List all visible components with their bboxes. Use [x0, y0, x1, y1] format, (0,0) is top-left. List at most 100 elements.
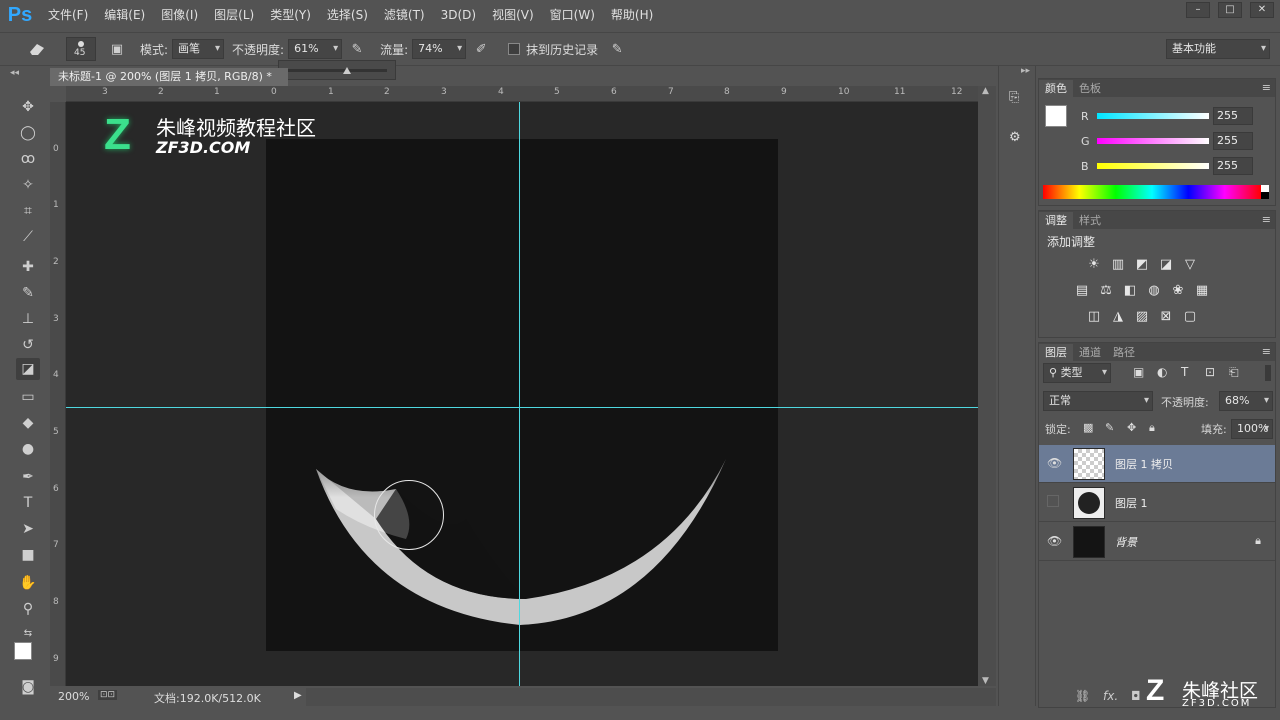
layer-name[interactable]: 背景: [1115, 534, 1137, 550]
menu-view[interactable]: 视图(V): [484, 0, 542, 30]
quick-mask-icon[interactable]: ◙: [16, 676, 40, 698]
layer-name[interactable]: 图层 1: [1115, 495, 1148, 511]
layer-row[interactable]: 图层 1: [1039, 484, 1275, 522]
filter-pixel-icon[interactable]: ▣: [1133, 365, 1144, 379]
pressure-size-icon[interactable]: ✎: [606, 38, 628, 60]
color-balance-icon[interactable]: ⚖: [1097, 283, 1115, 299]
layer-opacity-input[interactable]: 68%: [1219, 391, 1273, 411]
slider-b-track[interactable]: [1097, 163, 1209, 169]
tab-channels[interactable]: 通道: [1073, 344, 1107, 361]
fg-color-swatch[interactable]: [1045, 105, 1067, 127]
curves-icon[interactable]: ◩: [1133, 257, 1151, 273]
menu-image[interactable]: 图像(I): [153, 0, 206, 30]
menu-filter[interactable]: 滤镜(T): [376, 0, 433, 30]
shape-tool-icon[interactable]: ■: [16, 544, 40, 566]
layer-row[interactable]: 👁︎ 背景 🔒︎: [1039, 523, 1275, 561]
hue-saturation-icon[interactable]: ▤: [1073, 283, 1091, 299]
fx-icon[interactable]: fx.: [1103, 689, 1118, 703]
menu-type[interactable]: 类型(Y): [262, 0, 319, 30]
eyedropper-tool-icon[interactable]: ⟋: [16, 226, 40, 248]
eye-icon[interactable]: 👁︎: [1047, 534, 1062, 548]
document-canvas[interactable]: [266, 139, 778, 651]
healing-brush-tool-icon[interactable]: ✚: [16, 256, 40, 278]
opacity-slider-popup[interactable]: [278, 60, 396, 80]
slider-r-track[interactable]: [1097, 113, 1209, 119]
eye-icon[interactable]: 👁︎: [1047, 456, 1062, 470]
guide-horizontal[interactable]: [66, 407, 978, 408]
crop-tool-icon[interactable]: ⌗: [16, 200, 40, 222]
mode-select[interactable]: 画笔: [172, 39, 225, 59]
panel-collapse-icon[interactable]: ◂◂: [10, 68, 19, 78]
menu-file[interactable]: 文件(F): [40, 0, 96, 30]
status-menu-icon[interactable]: ▶: [294, 690, 302, 701]
tab-styles[interactable]: 样式: [1073, 212, 1107, 229]
threshold-icon[interactable]: ▨: [1133, 309, 1151, 325]
layer-name[interactable]: 图层 1 拷贝: [1115, 456, 1173, 472]
vibrance-icon[interactable]: ▽: [1181, 257, 1199, 273]
blur-tool-icon[interactable]: ◆: [16, 412, 40, 434]
panel-expand-icon[interactable]: ▸▸: [1021, 66, 1030, 76]
spectrum-bw[interactable]: [1261, 185, 1269, 199]
filter-shape-icon[interactable]: ⊡: [1205, 365, 1215, 379]
maximize-button[interactable]: □: [1218, 2, 1242, 18]
erase-history-checkbox[interactable]: [508, 43, 521, 55]
selective-color-icon[interactable]: ▢: [1181, 309, 1199, 325]
menu-layer[interactable]: 图层(L): [206, 0, 262, 30]
document-tab[interactable]: 未标题-1 @ 200% (图层 1 拷贝, RGB/8) *: [50, 68, 288, 86]
layer-filter-select[interactable]: ⚲ 类型: [1043, 363, 1111, 383]
eraser-tool-icon[interactable]: [26, 38, 48, 60]
foreground-color-swatch[interactable]: [14, 642, 32, 660]
workspace-select[interactable]: 基本功能: [1166, 39, 1270, 59]
eraser-tool-icon[interactable]: ◪: [16, 358, 40, 380]
lock-position-icon[interactable]: ✥: [1127, 421, 1136, 434]
mask-icon[interactable]: ◘: [1131, 689, 1141, 703]
slider-g-value[interactable]: 255: [1213, 132, 1253, 150]
type-tool-icon[interactable]: T: [16, 492, 40, 514]
invert-icon[interactable]: ◫: [1085, 309, 1103, 325]
horizontal-scrollbar[interactable]: [306, 688, 996, 706]
exposure-icon[interactable]: ◪: [1157, 257, 1175, 273]
lasso-tool-icon[interactable]: ꝏ: [16, 148, 40, 170]
menu-edit[interactable]: 编辑(E): [96, 0, 153, 30]
slider-r-value[interactable]: 255: [1213, 107, 1253, 125]
tab-swatches[interactable]: 色板: [1073, 80, 1107, 97]
swap-colors-icon[interactable]: ⇆: [16, 622, 40, 644]
marquee-tool-icon[interactable]: ◯: [16, 122, 40, 144]
tab-adjustments[interactable]: 调整: [1039, 212, 1073, 229]
canvas-area[interactable]: [66, 102, 978, 686]
move-tool-icon[interactable]: ✥: [16, 96, 40, 118]
vertical-scrollbar[interactable]: ▲ ▼: [978, 86, 996, 686]
flow-input[interactable]: 74%: [412, 39, 467, 59]
opacity-slider-track[interactable]: [287, 69, 387, 72]
close-button[interactable]: ✕: [1250, 2, 1274, 18]
filter-adjust-icon[interactable]: ◐: [1157, 365, 1167, 379]
filter-toggle[interactable]: [1265, 365, 1271, 381]
brush-preset-picker[interactable]: 45: [66, 37, 96, 61]
posterize-icon[interactable]: ◮: [1109, 309, 1127, 325]
zoom-level[interactable]: 200%: [58, 690, 89, 703]
opacity-input[interactable]: 61%: [288, 39, 343, 59]
link-icon[interactable]: ⛓: [1075, 689, 1090, 703]
tab-layers[interactable]: 图层: [1039, 344, 1073, 361]
color-lookup-icon[interactable]: ▦: [1193, 283, 1211, 299]
levels-icon[interactable]: ▥: [1109, 257, 1127, 273]
menu-3d[interactable]: 3D(D): [433, 0, 484, 30]
status-toggle-icon[interactable]: ⊡⊡: [98, 690, 118, 700]
menu-select[interactable]: 选择(S): [319, 0, 376, 30]
scroll-up-icon[interactable]: ▲: [982, 86, 989, 96]
path-select-tool-icon[interactable]: ➤: [16, 518, 40, 540]
gradient-tool-icon[interactable]: ▭: [16, 386, 40, 408]
clone-stamp-tool-icon[interactable]: ⊥: [16, 308, 40, 330]
zoom-tool-icon[interactable]: ⚲: [16, 598, 40, 620]
color-spectrum[interactable]: [1043, 185, 1261, 199]
scroll-down-icon[interactable]: ▼: [982, 676, 989, 686]
ruler-vertical[interactable]: 0 1 2 3 4 5 6 7 8 9: [50, 102, 66, 686]
properties-panel-icon[interactable]: ⚙: [1009, 130, 1027, 148]
gradient-map-icon[interactable]: ⊠: [1157, 309, 1175, 325]
fill-input[interactable]: 100%: [1231, 419, 1273, 439]
brush-panel-toggle-icon[interactable]: ▣: [106, 38, 128, 60]
visibility-off-box[interactable]: [1047, 495, 1059, 507]
brush-tool-icon[interactable]: ✎: [16, 282, 40, 304]
lock-pixels-icon[interactable]: ✎: [1105, 421, 1114, 434]
panel-menu-icon[interactable]: ≡: [1262, 81, 1271, 94]
